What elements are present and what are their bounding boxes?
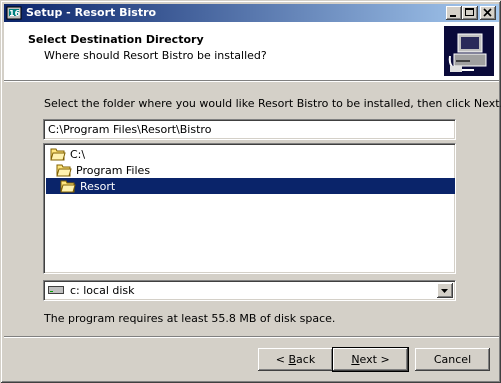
destination-path-input[interactable] [43, 119, 456, 140]
tree-item-label: Program Files [76, 164, 151, 177]
tree-item-resort[interactable]: Resort [46, 178, 455, 194]
next-button[interactable]: Next > [333, 348, 408, 371]
disk-space-text: The program requires at least 55.8 MB of… [44, 312, 336, 325]
minimize-button[interactable] [446, 6, 462, 20]
tree-item-program-files[interactable]: Program Files [46, 162, 455, 178]
header-separator [4, 80, 499, 82]
footer-separator [4, 336, 499, 338]
open-folder-icon [56, 164, 72, 177]
back-accelerator: B [288, 353, 297, 366]
tree-item-c-drive[interactable]: C:\ [46, 146, 455, 162]
cancel-button[interactable]: Cancel [415, 348, 490, 371]
open-folder-icon [60, 180, 76, 193]
tree-item-label: Resort [80, 180, 116, 193]
back-label: ack [296, 353, 316, 366]
close-button[interactable] [480, 6, 496, 20]
minimize-icon [450, 15, 456, 17]
back-button[interactable]: < Back [258, 348, 333, 371]
drive-icon [48, 286, 64, 294]
close-icon [483, 8, 492, 17]
wizard-header: Select Destination Directory Where shoul… [4, 22, 499, 80]
page-subtitle: Where should Resort Bistro be installed? [44, 49, 267, 62]
maximize-icon [465, 8, 474, 16]
title-bar[interactable]: 16 Setup - Resort Bistro [4, 4, 499, 22]
back-prefix: < [275, 353, 289, 366]
drive-select-value: c: local disk [70, 284, 135, 297]
next-label: ext > [359, 353, 390, 366]
open-folder-icon [50, 148, 66, 161]
window-title: Setup - Resort Bistro [26, 6, 157, 19]
setup-window: 16 Setup - Resort Bistro Select Destinat… [0, 0, 501, 383]
next-accelerator: N [351, 353, 360, 366]
instruction-text: Select the folder where you would like R… [44, 97, 501, 110]
dropdown-button[interactable] [437, 283, 453, 298]
computer-install-icon [444, 26, 494, 76]
tree-item-label: C:\ [70, 148, 86, 161]
chevron-down-icon [441, 289, 448, 293]
svg-text:16: 16 [9, 9, 21, 18]
maximize-button[interactable] [462, 6, 478, 20]
page-title: Select Destination Directory [28, 33, 204, 46]
setup-app-icon[interactable]: 16 [6, 5, 22, 21]
drive-select[interactable]: c: local disk [43, 280, 456, 301]
folder-tree[interactable]: C:\ Program Files Resort [43, 143, 456, 274]
